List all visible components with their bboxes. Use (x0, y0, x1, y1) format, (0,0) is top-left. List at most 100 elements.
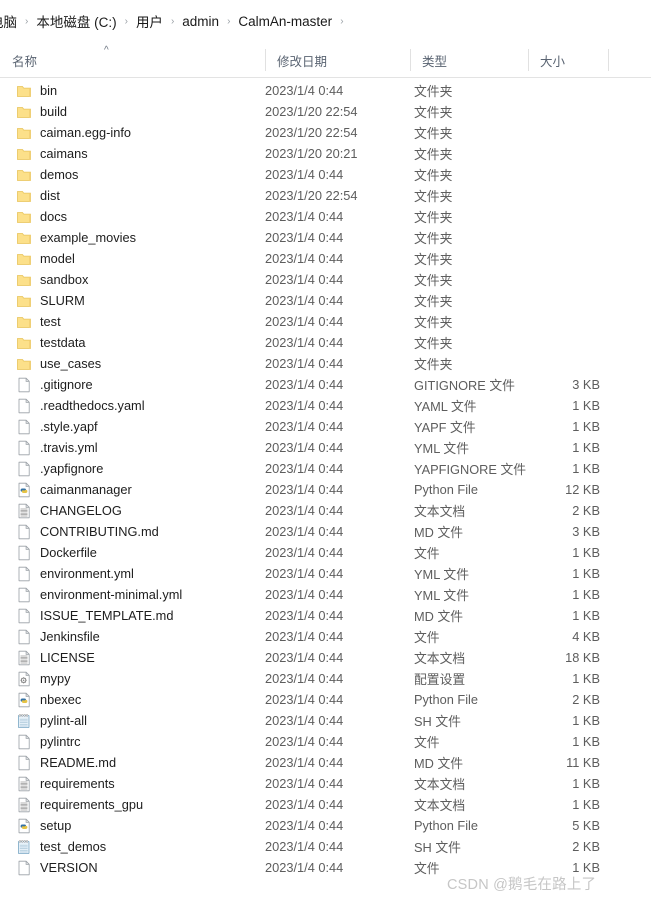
file-name-cell[interactable]: model (16, 248, 261, 269)
column-divider[interactable] (528, 49, 529, 71)
file-name-cell[interactable]: testdata (16, 332, 261, 353)
file-list-row[interactable]: .readthedocs.yaml 2023/1/4 0:44 YAML 文件 1 K… (0, 395, 651, 416)
config-file-icon (16, 671, 32, 687)
file-list-row[interactable]: Jenkinsfile 2023/1/4 0:44 文件 4 KB (0, 626, 651, 647)
file-list-row[interactable]: LICENSE 2023/1/4 0:44 文本文档 18 KB (0, 647, 651, 668)
file-list-row[interactable]: caiman.egg-info 2023/1/20 22:54 文件夹 (0, 122, 651, 143)
column-header-date-modified[interactable]: 修改日期 (265, 42, 410, 78)
column-divider[interactable] (410, 49, 411, 71)
file-list[interactable]: bin 2023/1/4 0:44 文件夹 build 2023/1/20 22:54 文… (0, 80, 651, 880)
file-name-cell[interactable]: requirements_gpu (16, 794, 261, 815)
column-divider[interactable] (265, 49, 266, 71)
folder-icon (16, 230, 32, 246)
file-name-cell[interactable]: CONTRIBUTING.md (16, 521, 261, 542)
column-header-name[interactable]: 名称 ^ (0, 42, 265, 78)
file-name-cell[interactable]: pylint-all (16, 710, 261, 731)
file-list-row[interactable]: caimanmanager 2023/1/4 0:44 Python File 12 … (0, 479, 651, 500)
file-list-row[interactable]: mypy 2023/1/4 0:44 配置设置 1 KB (0, 668, 651, 689)
file-list-row[interactable]: docs 2023/1/4 0:44 文件夹 (0, 206, 651, 227)
file-name-cell[interactable]: .travis.yml (16, 437, 261, 458)
file-list-row[interactable]: requirements 2023/1/4 0:44 文本文档 1 KB (0, 773, 651, 794)
file-list-row[interactable]: sandbox 2023/1/4 0:44 文件夹 (0, 269, 651, 290)
file-list-row[interactable]: bin 2023/1/4 0:44 文件夹 (0, 80, 651, 101)
file-list-row[interactable]: test_demos 2023/1/4 0:44 SH 文件 2 KB (0, 836, 651, 857)
file-name-cell[interactable]: build (16, 101, 261, 122)
file-name-cell[interactable]: nbexec (16, 689, 261, 710)
file-list-row[interactable]: setup 2023/1/4 0:44 Python File 5 KB (0, 815, 651, 836)
breadcrumb-item-4[interactable]: admin (181, 12, 220, 31)
file-list-row[interactable]: demos 2023/1/4 0:44 文件夹 (0, 164, 651, 185)
file-size-cell: 1 KB (572, 608, 600, 623)
file-name-cell[interactable]: dist (16, 185, 261, 206)
file-list-row[interactable]: caimans 2023/1/20 20:21 文件夹 (0, 143, 651, 164)
file-list-row[interactable]: pylint-all 2023/1/4 0:44 SH 文件 1 KB (0, 710, 651, 731)
file-name-cell[interactable]: LICENSE (16, 647, 261, 668)
file-date-cell: 2023/1/4 0:44 (265, 503, 344, 518)
file-list-row[interactable]: SLURM 2023/1/4 0:44 文件夹 (0, 290, 651, 311)
file-list-row[interactable]: testdata 2023/1/4 0:44 文件夹 (0, 332, 651, 353)
file-name-cell[interactable]: test (16, 311, 261, 332)
file-list-row[interactable]: CONTRIBUTING.md 2023/1/4 0:44 MD 文件 3 KB (0, 521, 651, 542)
column-header-size[interactable]: 大小 (528, 42, 608, 78)
file-name-cell[interactable]: setup (16, 815, 261, 836)
file-name-cell[interactable]: .style.yapf (16, 416, 261, 437)
file-name-cell[interactable]: Jenkinsfile (16, 626, 261, 647)
file-name-cell[interactable]: caimans (16, 143, 261, 164)
file-name-cell[interactable]: Dockerfile (16, 542, 261, 563)
file-name-cell[interactable]: sandbox (16, 269, 261, 290)
file-name-cell[interactable]: README.md (16, 752, 261, 773)
column-divider[interactable] (608, 49, 609, 71)
file-date-cell: 2023/1/4 0:44 (265, 83, 344, 98)
file-name-label: ISSUE_TEMPLATE.md (40, 608, 174, 623)
file-name-cell[interactable]: environment.yml (16, 563, 261, 584)
breadcrumb-item-1[interactable]: 电脑 (0, 9, 18, 33)
file-name-label: setup (40, 818, 72, 833)
file-list-row[interactable]: requirements_gpu 2023/1/4 0:44 文本文档 1 KB (0, 794, 651, 815)
file-name-cell[interactable]: SLURM (16, 290, 261, 311)
breadcrumb[interactable]: 电脑 › 本地磁盘 (C:) › 用户 › admin › CalmAn-master › (0, 0, 651, 42)
file-list-row[interactable]: .gitignore 2023/1/4 0:44 GITIGNORE 文件 3 KB (0, 374, 651, 395)
file-list-row[interactable]: .yapfignore 2023/1/4 0:44 YAPFIGNORE 文件 1 K… (0, 458, 651, 479)
file-name-cell[interactable]: requirements (16, 773, 261, 794)
file-list-row[interactable]: example_movies 2023/1/4 0:44 文件夹 (0, 227, 651, 248)
file-date-cell: 2023/1/4 0:44 (265, 671, 344, 686)
file-name-cell[interactable]: .yapfignore (16, 458, 261, 479)
file-list-row[interactable]: environment-minimal.yml 2023/1/4 0:44 YML … (0, 584, 651, 605)
file-name-cell[interactable]: environment-minimal.yml (16, 584, 261, 605)
file-list-row[interactable]: pylintrc 2023/1/4 0:44 文件 1 KB (0, 731, 651, 752)
file-list-row[interactable]: build 2023/1/20 22:54 文件夹 (0, 101, 651, 122)
breadcrumb-item-2[interactable]: 本地磁盘 (C:) (35, 9, 117, 33)
file-name-cell[interactable]: demos (16, 164, 261, 185)
file-name-cell[interactable]: ISSUE_TEMPLATE.md (16, 605, 261, 626)
file-list-row[interactable]: model 2023/1/4 0:44 文件夹 (0, 248, 651, 269)
column-header-type[interactable]: 类型 (410, 42, 528, 78)
file-list-row[interactable]: nbexec 2023/1/4 0:44 Python File 2 KB (0, 689, 651, 710)
file-name-cell[interactable]: .gitignore (16, 374, 261, 395)
file-name-cell[interactable]: VERSION (16, 857, 261, 878)
file-list-row[interactable]: ISSUE_TEMPLATE.md 2023/1/4 0:44 MD 文件 1 KB (0, 605, 651, 626)
file-list-row[interactable]: .travis.yml 2023/1/4 0:44 YML 文件 1 KB (0, 437, 651, 458)
file-list-row[interactable]: test 2023/1/4 0:44 文件夹 (0, 311, 651, 332)
file-list-row[interactable]: .style.yapf 2023/1/4 0:44 YAPF 文件 1 KB (0, 416, 651, 437)
file-list-row[interactable]: environment.yml 2023/1/4 0:44 YML 文件 1 KB (0, 563, 651, 584)
file-name-cell[interactable]: pylintrc (16, 731, 261, 752)
breadcrumb-item-5[interactable]: CalmAn-master (237, 12, 333, 31)
file-name-label: caimanmanager (40, 482, 132, 497)
file-name-cell[interactable]: caiman.egg-info (16, 122, 261, 143)
file-name-cell[interactable]: docs (16, 206, 261, 227)
file-name-cell[interactable]: example_movies (16, 227, 261, 248)
file-name-cell[interactable]: CHANGELOG (16, 500, 261, 521)
file-list-row[interactable]: Dockerfile 2023/1/4 0:44 文件 1 KB (0, 542, 651, 563)
file-list-row[interactable]: dist 2023/1/20 22:54 文件夹 (0, 185, 651, 206)
file-name-cell[interactable]: caimanmanager (16, 479, 261, 500)
file-name-cell[interactable]: mypy (16, 668, 261, 689)
file-name-cell[interactable]: bin (16, 80, 261, 101)
file-name-cell[interactable]: use_cases (16, 353, 261, 374)
breadcrumb-item-3[interactable]: 用户 (135, 9, 164, 33)
python-file-icon (16, 818, 32, 834)
file-list-row[interactable]: README.md 2023/1/4 0:44 MD 文件 11 KB (0, 752, 651, 773)
file-list-row[interactable]: CHANGELOG 2023/1/4 0:44 文本文档 2 KB (0, 500, 651, 521)
file-list-row[interactable]: use_cases 2023/1/4 0:44 文件夹 (0, 353, 651, 374)
file-name-cell[interactable]: .readthedocs.yaml (16, 395, 261, 416)
file-name-cell[interactable]: test_demos (16, 836, 261, 857)
